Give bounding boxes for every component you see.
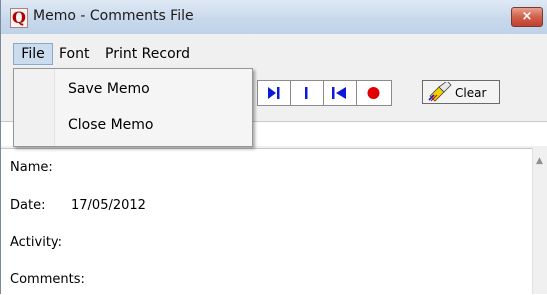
memo-text-area[interactable]: Name: Date: 17/05/2012 Activity: Comment… (1, 148, 532, 295)
date-value: 17/05/2012 (71, 198, 146, 213)
nav-button-next[interactable] (258, 81, 291, 105)
clear-button-label: Clear (455, 86, 487, 100)
close-button[interactable]: × (511, 7, 543, 27)
comments-label: Comments: (10, 272, 85, 287)
title-bar[interactable]: Q Memo - Comments File × (1, 0, 547, 34)
menu-item-save-memo[interactable]: Save Memo (68, 81, 150, 97)
record-nav-group (257, 80, 392, 106)
next-track-icon (268, 87, 280, 99)
menu-file[interactable]: File (13, 43, 53, 65)
close-icon: × (521, 9, 533, 24)
menu-icon-gutter (14, 69, 55, 146)
date-line: Date: (10, 198, 45, 213)
skip-end-icon (305, 87, 308, 99)
menu-font[interactable]: Font (59, 44, 89, 64)
name-label: Name: (10, 160, 53, 175)
menu-bar: File Font Print Record (1, 40, 547, 67)
vertical-scrollbar[interactable]: ▲ (532, 148, 547, 294)
window-title: Memo - Comments File (33, 8, 194, 24)
menu-item-close-memo[interactable]: Close Memo (68, 117, 153, 133)
date-label: Date: (10, 198, 46, 213)
activity-label: Activity: (10, 235, 63, 250)
eraser-icon (428, 82, 452, 102)
app-icon[interactable]: Q (10, 8, 28, 28)
nav-button-first[interactable] (324, 81, 357, 105)
nav-button-end[interactable] (291, 81, 324, 105)
file-menu-dropdown: Save Memo Close Memo (13, 68, 253, 147)
record-icon (367, 87, 380, 99)
clear-button[interactable]: Clear (422, 80, 500, 104)
menu-print-record[interactable]: Print Record (105, 44, 190, 64)
scroll-up-arrow-icon[interactable]: ▲ (536, 156, 543, 166)
record-button[interactable] (357, 81, 389, 105)
memo-window: Q Memo - Comments File × File Font Print… (0, 0, 547, 295)
skip-start-icon (332, 87, 346, 99)
